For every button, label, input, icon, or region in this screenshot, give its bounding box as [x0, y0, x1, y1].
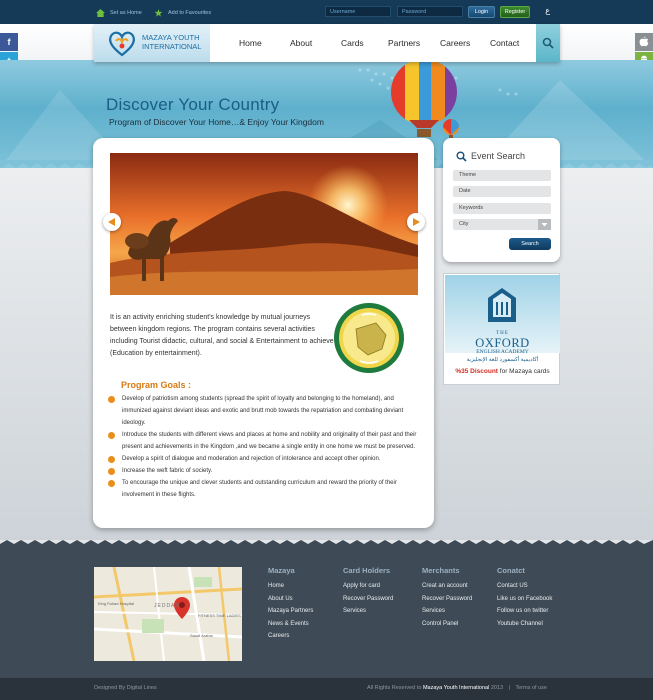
- map-label: JEDDAH: [154, 603, 181, 609]
- goal-item: Introduce the students with different vi…: [108, 429, 418, 453]
- goal-item: To encourage the unique and clever stude…: [108, 477, 418, 501]
- oxford-academy-ad[interactable]: THE OXFORD ENGLISH ACADEMY أكاديمية أكسف…: [443, 273, 560, 385]
- facebook-tab[interactable]: f: [0, 33, 18, 51]
- goals-title: Program Goals :: [121, 380, 192, 390]
- footer-link[interactable]: About Us: [268, 593, 313, 606]
- password-field[interactable]: Password: [397, 6, 463, 17]
- arrow-left-icon: [108, 218, 115, 226]
- footer-link[interactable]: News & Events: [268, 618, 313, 631]
- image-slider: [110, 153, 418, 295]
- search-icon: [456, 151, 467, 162]
- footer-link[interactable]: Control Panel: [422, 618, 472, 631]
- footer-link[interactable]: Services: [343, 605, 393, 618]
- date-field[interactable]: Date: [453, 186, 551, 197]
- arrow-right-icon: [413, 218, 420, 226]
- footer-col-title: Conatct: [497, 566, 525, 575]
- nav-contact[interactable]: Contact: [490, 38, 519, 48]
- language-switch[interactable]: ع: [545, 6, 550, 15]
- ad-offer-text: for Mazaya cards: [497, 368, 550, 375]
- slider-prev-button[interactable]: [103, 213, 121, 231]
- footer-link[interactable]: Services: [422, 605, 472, 618]
- goal-item: Develop of patriotism among students (sp…: [108, 393, 418, 429]
- city-select-value: City: [459, 221, 469, 227]
- map-label: Saudi Arabia: [190, 633, 213, 638]
- footer-col-contact: Conatct Contact US Like us on Facebook F…: [497, 566, 552, 630]
- copyright-owner: Mazaya Youth International: [422, 685, 490, 691]
- ad-line3: ENGLISH ACADEMY: [476, 349, 529, 355]
- footer-col-card-holders: Card Holders Apply for card Recover Pass…: [343, 566, 393, 618]
- nav-partners[interactable]: Partners: [388, 38, 420, 48]
- apple-icon: [639, 36, 649, 47]
- nav-cards[interactable]: Cards: [341, 38, 364, 48]
- ad-offer: %35 Discount for Mazaya cards: [444, 368, 561, 375]
- footer-link[interactable]: Creat an account: [422, 580, 472, 593]
- program-seal-emblem: [334, 303, 404, 373]
- apple-tab[interactable]: [635, 33, 653, 51]
- footer-link[interactable]: Recover Password: [343, 593, 393, 606]
- goals-list: Develop of patriotism among students (sp…: [108, 393, 418, 501]
- nav-about[interactable]: About: [290, 38, 312, 48]
- footer-zigzag-edge: [0, 540, 653, 548]
- nav-home[interactable]: Home: [239, 38, 262, 48]
- map-label: King Fahad Hospital: [98, 601, 135, 606]
- ad-line4: أكاديمية أكسفورد للغة الإنجليزية: [466, 357, 539, 363]
- footer-link[interactable]: Apply for card: [343, 580, 393, 593]
- main-nav: MAZAYA YOUTH INTERNATIONAL Home About Ca…: [94, 24, 560, 62]
- footer-col-title: Mazaya: [268, 566, 295, 575]
- location-map[interactable]: JEDDAH King Fahad Hospital FITNESS TIME …: [94, 567, 242, 661]
- event-search-title: Event Search: [471, 151, 526, 161]
- footer-link[interactable]: Youtube Channel: [497, 618, 552, 631]
- copyright: All Rights Reserved to Mazaya Youth Inte…: [367, 685, 547, 691]
- footer-link[interactable]: Contact US: [497, 580, 552, 593]
- add-favourites-link[interactable]: Add to Favourites: [154, 9, 211, 17]
- footer-link[interactable]: Mazaya Partners: [268, 605, 313, 618]
- nav-search-button[interactable]: [536, 24, 560, 62]
- copyright-prefix: All Rights Reserved to: [367, 685, 423, 691]
- slider-next-button[interactable]: [407, 213, 425, 231]
- terms-link[interactable]: Terms of use: [516, 685, 547, 691]
- footer-col-title: Merchants: [422, 566, 460, 575]
- home-icon: [96, 9, 105, 17]
- chevron-down-icon: [538, 219, 551, 230]
- logo-icon: [109, 31, 135, 57]
- login-button[interactable]: Login: [468, 6, 495, 18]
- set-home-link[interactable]: Set as Home: [96, 9, 142, 17]
- search-button[interactable]: Search: [509, 238, 551, 250]
- footer-separator: |: [508, 685, 511, 691]
- footer-link[interactable]: Home: [268, 580, 313, 593]
- goal-item: Develop a spirit of dialogue and moderat…: [108, 453, 418, 465]
- hero-title: Discover Your Country: [106, 95, 280, 114]
- add-favourites-label: Add to Favourites: [168, 10, 212, 16]
- copyright-year: 2013: [490, 685, 504, 691]
- goal-item: Increase the weft fabric of society.: [108, 465, 418, 477]
- map-label: FITNESS TIME LADIES: [198, 613, 241, 618]
- nav-careers[interactable]: Careers: [440, 38, 470, 48]
- logo[interactable]: MAZAYA YOUTH INTERNATIONAL: [94, 24, 210, 62]
- footer-link[interactable]: Recover Password: [422, 593, 472, 606]
- city-select[interactable]: City: [453, 219, 551, 230]
- username-field[interactable]: Username: [325, 6, 391, 17]
- footer-col-title: Card Holders: [343, 566, 391, 575]
- footer-col-merchants: Merchants Creat an account Recover Passw…: [422, 566, 472, 630]
- balloon-small: [440, 118, 462, 140]
- facebook-icon: f: [7, 37, 11, 47]
- academy-crest-icon: [488, 288, 516, 322]
- footer-link[interactable]: Careers: [268, 630, 313, 643]
- desert-slide-image: [110, 153, 418, 295]
- hero-subtitle: Program of Discover Your Home…& Enjoy Yo…: [109, 117, 324, 127]
- register-button[interactable]: Register: [500, 6, 530, 18]
- theme-field[interactable]: Theme: [453, 170, 551, 181]
- designed-by[interactable]: Designed By Digital Lines: [94, 685, 157, 691]
- ad-discount: %35 Discount: [455, 368, 498, 375]
- star-icon: [154, 9, 163, 17]
- footer-col-mazaya: Mazaya Home About Us Mazaya Partners New…: [268, 566, 313, 643]
- search-icon: [542, 37, 554, 49]
- brand-name: MAZAYA YOUTH INTERNATIONAL: [142, 33, 202, 51]
- footer-link[interactable]: Like us on Facebook: [497, 593, 552, 606]
- intro-text: It is an activity enriching student's kn…: [110, 314, 334, 357]
- set-home-label: Set as Home: [110, 10, 142, 16]
- footer-link[interactable]: Follow us on twitter: [497, 605, 552, 618]
- keywords-field[interactable]: Keywords: [453, 203, 551, 214]
